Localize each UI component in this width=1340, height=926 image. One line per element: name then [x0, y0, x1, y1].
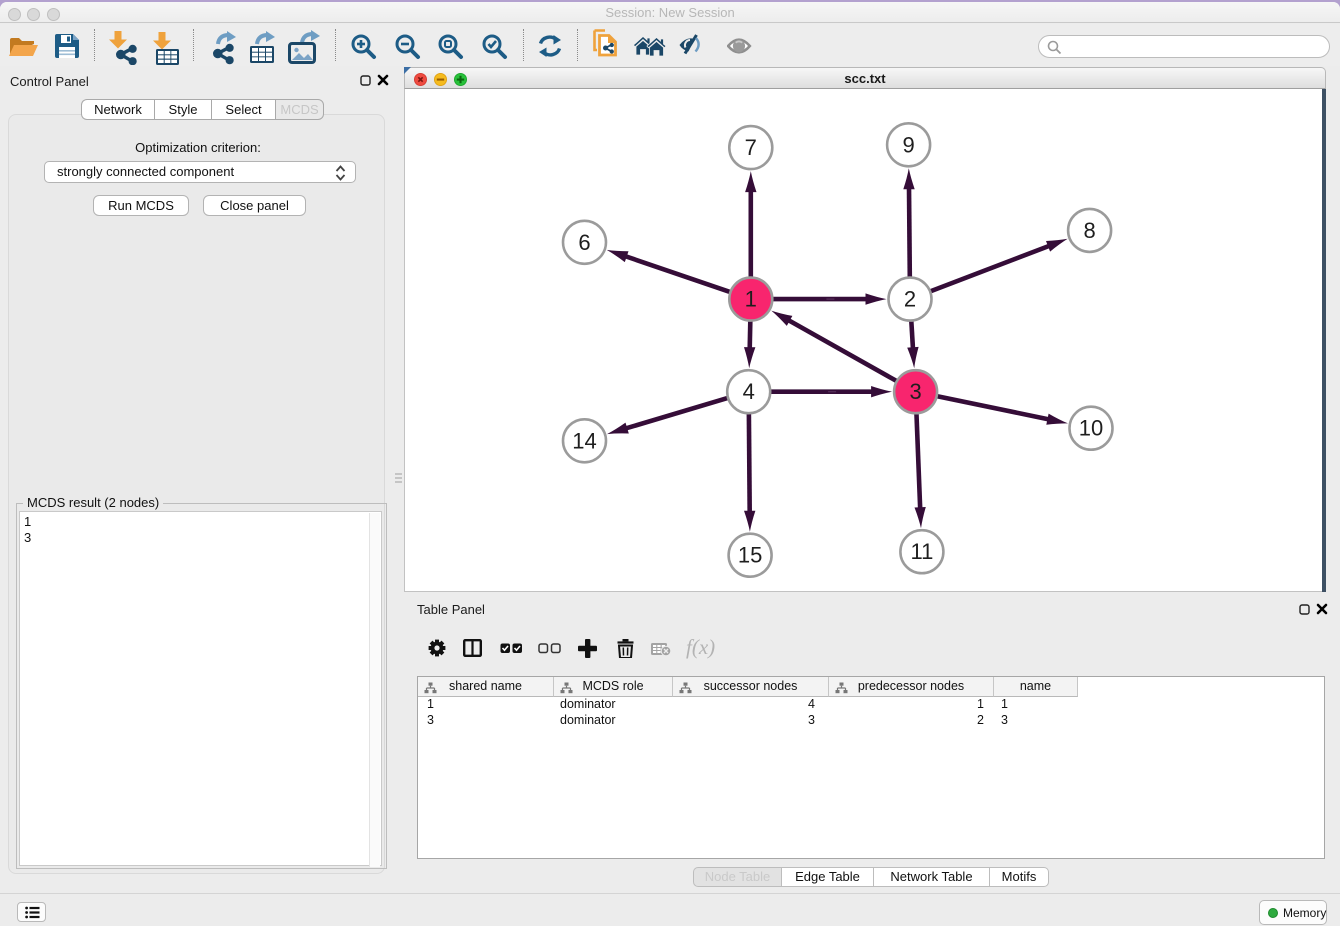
- svg-text:11: 11: [910, 539, 933, 564]
- svg-text:9: 9: [902, 132, 914, 157]
- svg-text:14: 14: [572, 428, 596, 453]
- svg-text:8: 8: [1083, 218, 1095, 243]
- svg-text:3: 3: [909, 379, 921, 404]
- svg-text:10: 10: [1079, 416, 1103, 441]
- svg-text:1: 1: [745, 287, 757, 312]
- svg-text:15: 15: [738, 543, 762, 568]
- svg-text:2: 2: [904, 287, 916, 312]
- svg-text:4: 4: [743, 379, 755, 404]
- svg-text:6: 6: [578, 230, 590, 255]
- svg-text:7: 7: [745, 135, 757, 160]
